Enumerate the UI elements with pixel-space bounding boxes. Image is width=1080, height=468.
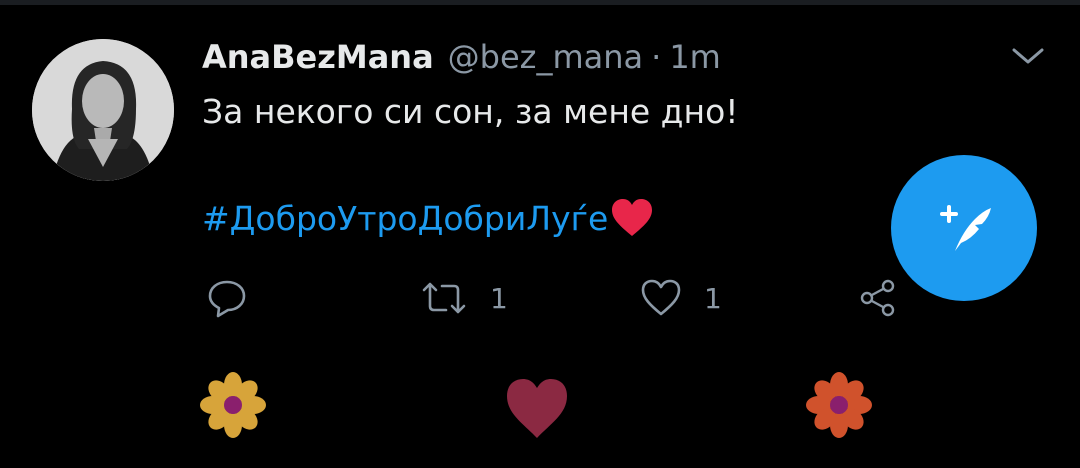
chevron-down-icon[interactable] <box>1010 44 1046 68</box>
share-icon <box>860 279 895 317</box>
hashtag-link[interactable]: #ДоброУтроДобриЛуѓе <box>202 199 608 238</box>
compose-tweet-button[interactable] <box>891 155 1037 301</box>
heart-icon <box>507 379 567 438</box>
yellow-flower-icon <box>200 372 266 438</box>
top-divider <box>0 0 1080 5</box>
retweet-button[interactable]: 1 <box>420 276 508 320</box>
orange-flower-icon <box>806 372 872 438</box>
separator-dot: · <box>651 38 662 76</box>
retweet-icon <box>422 282 466 314</box>
display-name[interactable]: AnaBezMana <box>202 38 434 76</box>
timestamp: 1m <box>669 38 721 76</box>
tweet-text: За некого си сон, за мене дно! <box>202 92 739 131</box>
compose-tweet-icon <box>940 205 991 251</box>
like-count: 1 <box>704 281 722 315</box>
user-handle[interactable]: @bez_mana <box>448 38 643 76</box>
retweet-count: 1 <box>490 281 508 315</box>
reply-icon <box>208 280 246 318</box>
heart-outline-icon <box>641 279 681 316</box>
like-button[interactable]: 1 <box>640 276 722 320</box>
avatar[interactable] <box>32 39 174 181</box>
hashtag-line: #ДоброУтроДобриЛуѓе <box>202 198 654 238</box>
red-heart-icon <box>612 199 653 236</box>
share-button[interactable] <box>858 276 902 320</box>
avatar-photo-icon <box>32 39 174 181</box>
tweet-header: AnaBezMana @bez_mana · 1m <box>202 38 721 82</box>
reply-button[interactable] <box>206 276 248 320</box>
